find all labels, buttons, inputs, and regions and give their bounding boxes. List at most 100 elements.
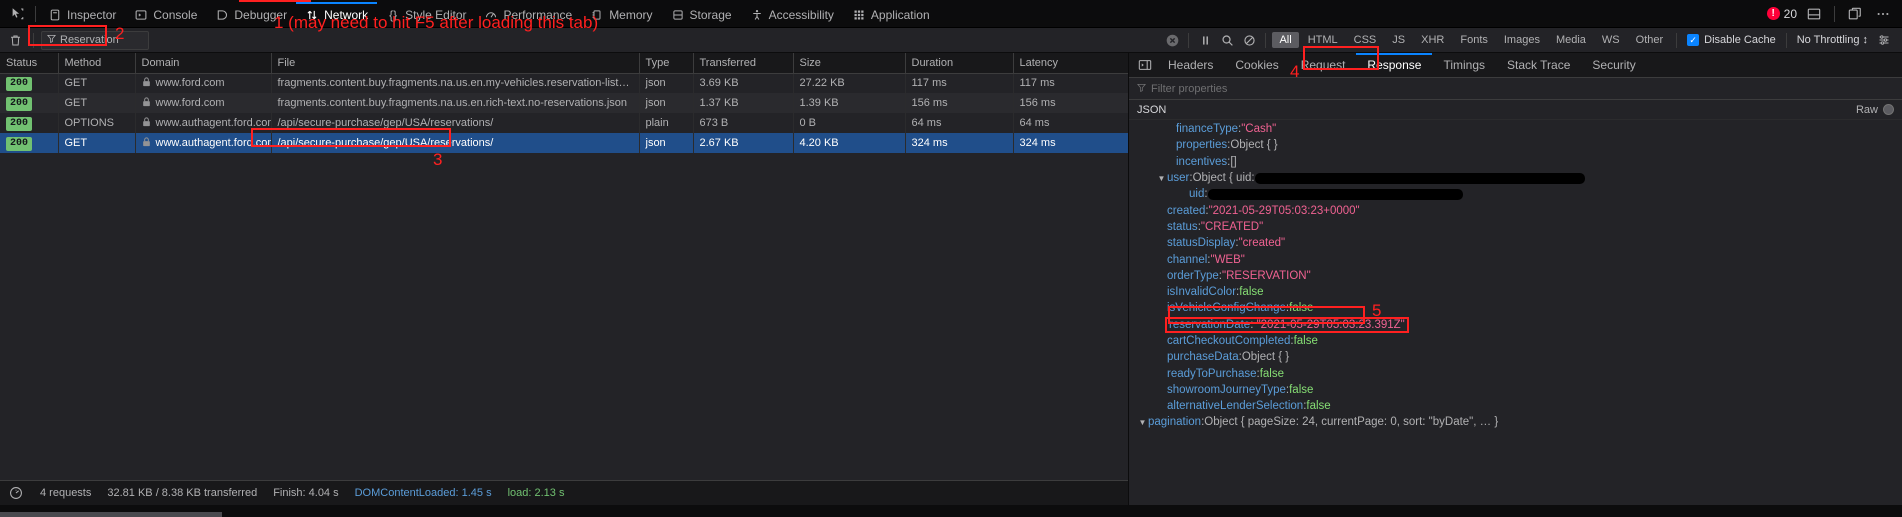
chevron-down-icon[interactable]: ▼ [1137,418,1148,427]
json-tree-viewer[interactable]: financeType : "Cash" properties : Object… [1129,120,1902,505]
tab-headers[interactable]: Headers [1157,53,1224,78]
more-options-icon[interactable] [1872,3,1894,25]
json-row[interactable]: readyToPurchase : false [1129,365,1902,381]
column-header-duration[interactable]: Duration [905,53,1013,73]
split-console-icon[interactable] [1803,3,1825,25]
toolbox-tab-storage[interactable]: Storage [662,0,741,28]
table-row[interactable]: 200 GET www.ford. [0,93,1128,113]
cell-status: 200 [0,73,58,93]
json-viewer-header: JSON Raw [1129,100,1902,120]
style-editor-icon: {} [386,8,400,22]
filter-type-ws[interactable]: WS [1595,32,1627,48]
json-row[interactable]: channel : "WEB" [1129,251,1902,267]
table-row[interactable]: 200 OPTIONS www.a [0,113,1128,133]
table-row[interactable]: 200 GET www.autha [0,133,1128,153]
disable-cache-checkbox[interactable]: ✓ Disable Cache [1683,34,1780,46]
cell-method: OPTIONS [58,113,135,133]
column-header-status[interactable]: Status [0,53,58,73]
tab-timings[interactable]: Timings [1432,53,1496,78]
json-row[interactable]: status : "CREATED" [1129,219,1902,235]
cell-transferred: 673 B [693,113,793,133]
json-row[interactable]: showroomJourneyType : false [1129,382,1902,398]
json-row[interactable]: isInvalidColor : false [1129,284,1902,300]
json-row[interactable]: properties : Object { } [1129,137,1902,153]
json-row[interactable]: ▼ user : Object { uid: [1129,170,1902,186]
json-row[interactable]: uid : [1129,186,1902,202]
column-header-domain[interactable]: Domain [135,53,271,73]
column-header-size[interactable]: Size [793,53,905,73]
pause-icon[interactable] [1195,30,1215,50]
toolbox-tab-style-editor[interactable]: {} Style Editor [377,0,475,28]
json-row[interactable]: statusDisplay : "created" [1129,235,1902,251]
json-row[interactable]: orderType : "RESERVATION" [1129,268,1902,284]
json-row[interactable]: cartCheckoutCompleted : false [1129,333,1902,349]
raw-label: Raw [1856,104,1878,116]
toolbox-tab-memory[interactable]: Memory [581,0,661,28]
filter-type-images[interactable]: Images [1497,32,1547,48]
chevron-down-icon[interactable]: ▼ [1156,174,1167,183]
toolbox-tab-application[interactable]: Application [843,0,939,28]
json-row-reservation-date[interactable]: reservationDate: "2021-05-29T05:03:23.39… [1129,317,1902,333]
error-badge-icon: ! [1767,7,1780,20]
network-throttle-icon[interactable] [8,485,24,501]
filter-type-xhr[interactable]: XHR [1414,32,1451,48]
horizontal-scrollbar[interactable] [0,512,222,517]
funnel-icon [47,34,56,46]
json-value: "WEB" [1211,254,1245,266]
tab-stack-trace[interactable]: Stack Trace [1496,53,1581,78]
filter-type-media[interactable]: Media [1549,32,1593,48]
clear-circle-icon[interactable] [1162,30,1182,50]
status-badge: 200 [6,117,32,131]
block-icon[interactable] [1239,30,1259,50]
dock-position-icon[interactable] [1844,3,1866,25]
json-row[interactable]: alternativeLenderSelection : false [1129,398,1902,414]
column-header-transferred[interactable]: Transferred [693,53,793,73]
tab-cookies[interactable]: Cookies [1224,53,1289,78]
filter-type-fonts[interactable]: Fonts [1453,32,1495,48]
collapse-panel-icon[interactable] [1133,54,1157,76]
lock-icon [142,117,151,130]
json-row[interactable]: incentives : [] [1129,154,1902,170]
cell-method: GET [58,93,135,113]
network-filter-input[interactable]: Reservation [41,31,149,50]
search-icon[interactable] [1217,30,1237,50]
element-picker-icon[interactable] [2,1,32,27]
tab-request[interactable]: Request [1290,53,1357,78]
filter-type-css[interactable]: CSS [1347,32,1384,48]
json-value: "CREATED" [1201,221,1263,233]
filter-type-html[interactable]: HTML [1301,32,1345,48]
toolbox-tab-inspector[interactable]: Inspector [39,0,125,28]
column-header-latency[interactable]: Latency [1013,53,1128,73]
json-row[interactable]: isVehicleConfigChange : false [1129,300,1902,316]
raw-toggle[interactable]: Raw [1856,104,1894,116]
toolbox-tab-console[interactable]: Console [125,0,206,28]
tab-security[interactable]: Security [1581,53,1646,78]
column-header-type[interactable]: Type [639,53,693,73]
json-label: JSON [1137,104,1166,116]
toolbox-tab-performance[interactable]: Performance [475,0,581,28]
error-count-badge[interactable]: ! 20 [1767,7,1797,21]
json-row[interactable]: ▼ pagination : Object { pageSize: 24, cu… [1129,414,1902,430]
filter-type-all[interactable]: All [1272,32,1298,48]
status-load: load: 2.13 s [508,487,565,499]
trash-icon[interactable] [4,30,26,51]
json-row[interactable]: financeType : "Cash" [1129,121,1902,137]
network-settings-icon[interactable] [1874,30,1894,50]
properties-filter-input[interactable]: Filter properties [1129,78,1902,100]
toolbox-tab-network[interactable]: Network [296,0,377,28]
devtools-window: Inspector Console Debugger [0,0,1902,517]
throttling-select[interactable]: No Throttling ↕ [1793,34,1872,46]
column-header-method[interactable]: Method [58,53,135,73]
json-row[interactable]: purchaseData : Object { } [1129,349,1902,365]
toolbox-tab-debugger[interactable]: Debugger [206,0,296,28]
json-row[interactable]: created : "2021-05-29T05:03:23+0000" [1129,202,1902,218]
toolbox-tab-accessibility[interactable]: Accessibility [741,0,843,28]
filter-type-js[interactable]: JS [1385,32,1412,48]
column-header-file[interactable]: File [271,53,639,73]
filter-type-other[interactable]: Other [1629,32,1671,48]
json-key: isInvalidColor [1167,286,1236,298]
table-row[interactable]: 200 GET www.ford. [0,73,1128,93]
toolbox-tab-label: Style Editor [405,8,466,22]
tab-response[interactable]: Response [1356,53,1432,78]
console-icon [134,8,148,22]
